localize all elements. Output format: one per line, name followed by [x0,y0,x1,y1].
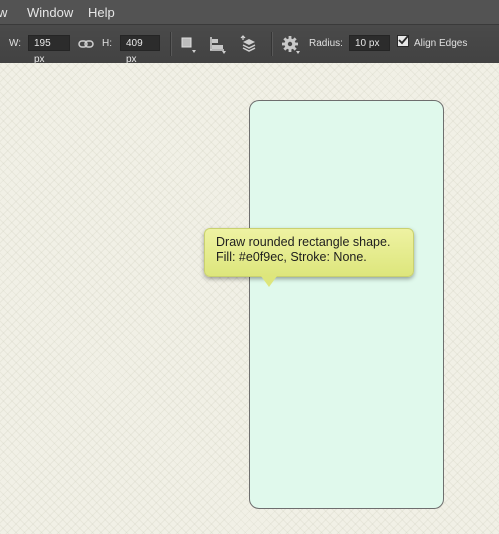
menu-bar: w Window Help [0,0,499,24]
instruction-callout: Draw rounded rectangle shape. Fill: #e0f… [204,228,414,287]
radius-input[interactable]: 10 px [349,35,390,51]
options-bar: W: 195 px H: 409 px Radius: 10 px Align … [0,24,499,65]
path-arrangement-icon[interactable] [239,34,259,54]
separator [170,32,172,56]
rounded-rectangle-shape[interactable] [249,100,444,509]
document-canvas[interactable]: Draw rounded rectangle shape. Fill: #e0f… [0,63,499,534]
menu-item-help[interactable]: Help [88,5,115,20]
radius-label: Radius: [309,38,343,49]
align-edges-label: Align Edges [414,38,468,49]
height-input[interactable]: 409 px [120,35,160,65]
path-alignment-icon[interactable] [207,34,227,54]
menu-item-view[interactable]: w [0,5,7,20]
gear-icon[interactable] [280,34,300,54]
menu-item-window[interactable]: Window [27,5,73,20]
link-dimensions-icon[interactable] [76,34,96,54]
callout-line-2: Fill: #e0f9ec, Stroke: None. [216,250,367,264]
path-operations-icon[interactable] [178,34,198,54]
align-edges-checkbox[interactable] [397,35,409,47]
height-label: H: [102,38,112,49]
separator [271,32,273,56]
width-input[interactable]: 195 px [28,35,70,65]
checkmark-icon [398,35,409,45]
width-label: W: [9,38,22,49]
callout-pointer [261,276,277,287]
callout-line-1: Draw rounded rectangle shape. [216,235,391,249]
